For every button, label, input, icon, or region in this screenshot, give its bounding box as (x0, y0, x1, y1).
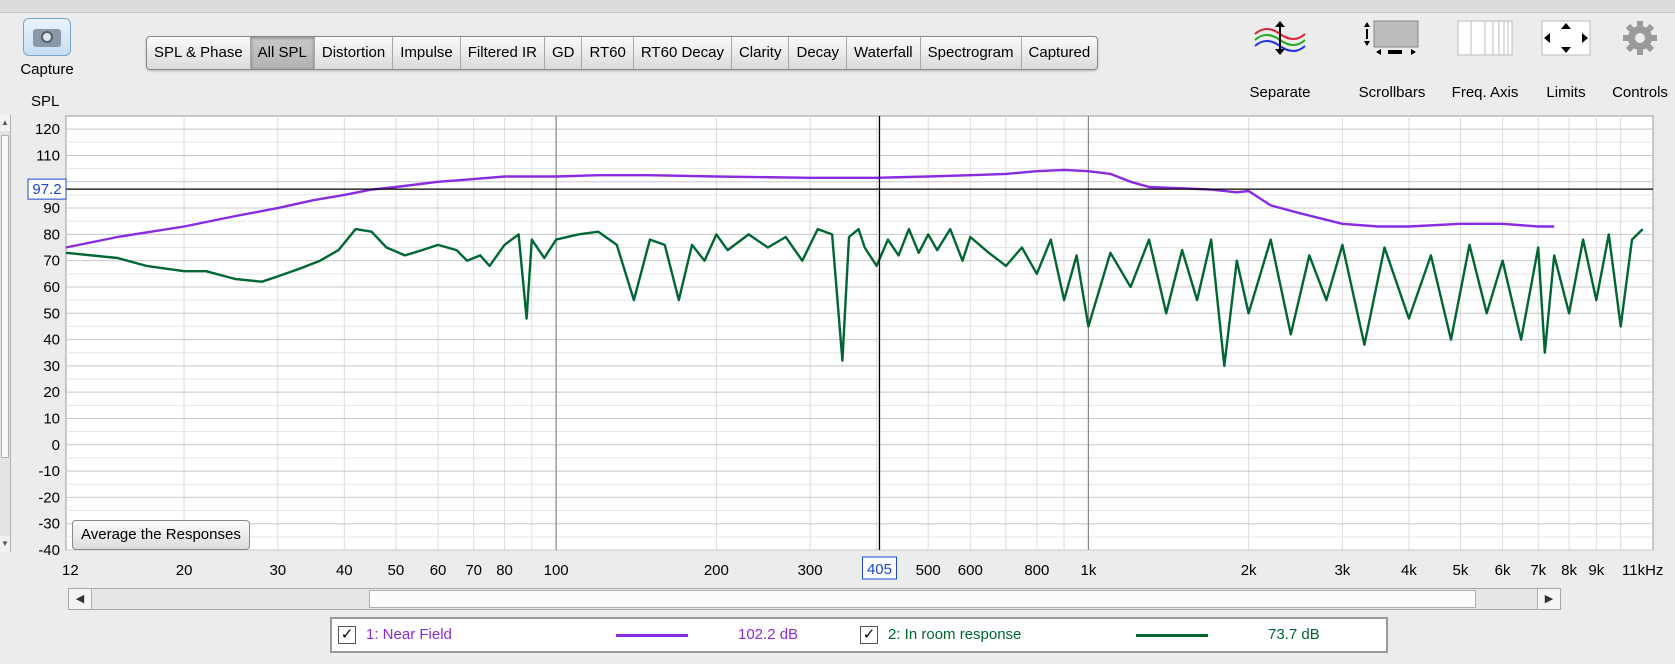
x-tick-label: 4k (1401, 562, 1417, 579)
y-tick-label: 90 (43, 200, 60, 217)
legend-value-near-field: 102.2 dB (738, 626, 799, 643)
x-tick-label: 6k (1495, 562, 1511, 579)
scroll-right-icon[interactable]: ▶ (1537, 589, 1560, 609)
y-tick-label: -20 (38, 489, 60, 506)
y-tick-label: 10 (43, 410, 60, 427)
y-tick-label: 60 (43, 279, 60, 296)
y-tick-label: 80 (43, 226, 60, 243)
x-tick-label: 5k (1453, 562, 1469, 579)
plot-area (65, 115, 1654, 551)
average-responses-button[interactable]: Average the Responses (72, 520, 250, 550)
x-tick-label: 2k (1241, 562, 1257, 579)
x-tick-label: 30 (269, 562, 286, 579)
legend: ✓ 1: Near Field 102.2 dB ✓ 2: In room re… (330, 617, 1388, 653)
x-tick-label: 11kHz (1622, 562, 1663, 579)
y-tick-label: 20 (43, 384, 60, 401)
x-tick-label: 300 (798, 562, 823, 579)
x-tick-label: 1k (1080, 562, 1096, 579)
y-tick-label: 30 (43, 358, 60, 375)
x-tick-label: 9k (1588, 562, 1604, 579)
cursor-y-readout: 97.2 (32, 181, 61, 198)
x-tick-label: 80 (496, 562, 513, 579)
x-tick-label: 3k (1334, 562, 1350, 579)
x-tick-label: 7k (1530, 562, 1546, 579)
legend-value-in-room: 73.7 dB (1268, 626, 1320, 643)
y-tick-label: 120 (35, 121, 60, 138)
legend-checkbox-in-room[interactable]: ✓ (860, 626, 878, 644)
x-tick-label: 60 (430, 562, 447, 579)
spl-chart[interactable]: 1201109080706050403020100-10-20-30-4012 2… (0, 0, 1675, 580)
x-tick-label: 12 (62, 562, 79, 579)
horizontal-scrollbar[interactable]: ◀ ▶ (68, 588, 1561, 610)
x-tick-label: 600 (958, 562, 983, 579)
y-tick-label: 50 (43, 305, 60, 322)
x-tick-label: 50 (388, 562, 405, 579)
y-tick-label: 110 (36, 147, 60, 164)
x-tick-label: 8k (1561, 562, 1577, 579)
x-tick-label: 800 (1024, 562, 1049, 579)
horizontal-scroll-thumb[interactable] (369, 590, 1476, 608)
legend-swatch-in-room (1136, 634, 1208, 637)
y-tick-label: 70 (43, 253, 60, 270)
legend-label-in-room: 2: In room response (888, 626, 1022, 643)
y-tick-label: -30 (38, 516, 60, 533)
cursor-x-readout: 405 (867, 561, 892, 578)
y-tick-label: 40 (43, 332, 60, 349)
y-tick-label: 0 (52, 437, 60, 454)
x-tick-label: 500 (916, 562, 941, 579)
x-tick-label: 200 (704, 562, 729, 579)
scroll-left-icon[interactable]: ◀ (69, 589, 92, 609)
x-tick-label: 20 (176, 562, 193, 579)
y-tick-label: -40 (38, 542, 60, 559)
x-tick-label: 100 (544, 562, 569, 579)
legend-checkbox-near-field[interactable]: ✓ (338, 626, 356, 644)
legend-swatch-near-field (616, 634, 688, 637)
x-tick-label: 70 (465, 562, 482, 579)
x-tick-label: 40 (336, 562, 353, 579)
legend-label-near-field: 1: Near Field (366, 626, 452, 643)
y-tick-label: -10 (38, 463, 60, 480)
